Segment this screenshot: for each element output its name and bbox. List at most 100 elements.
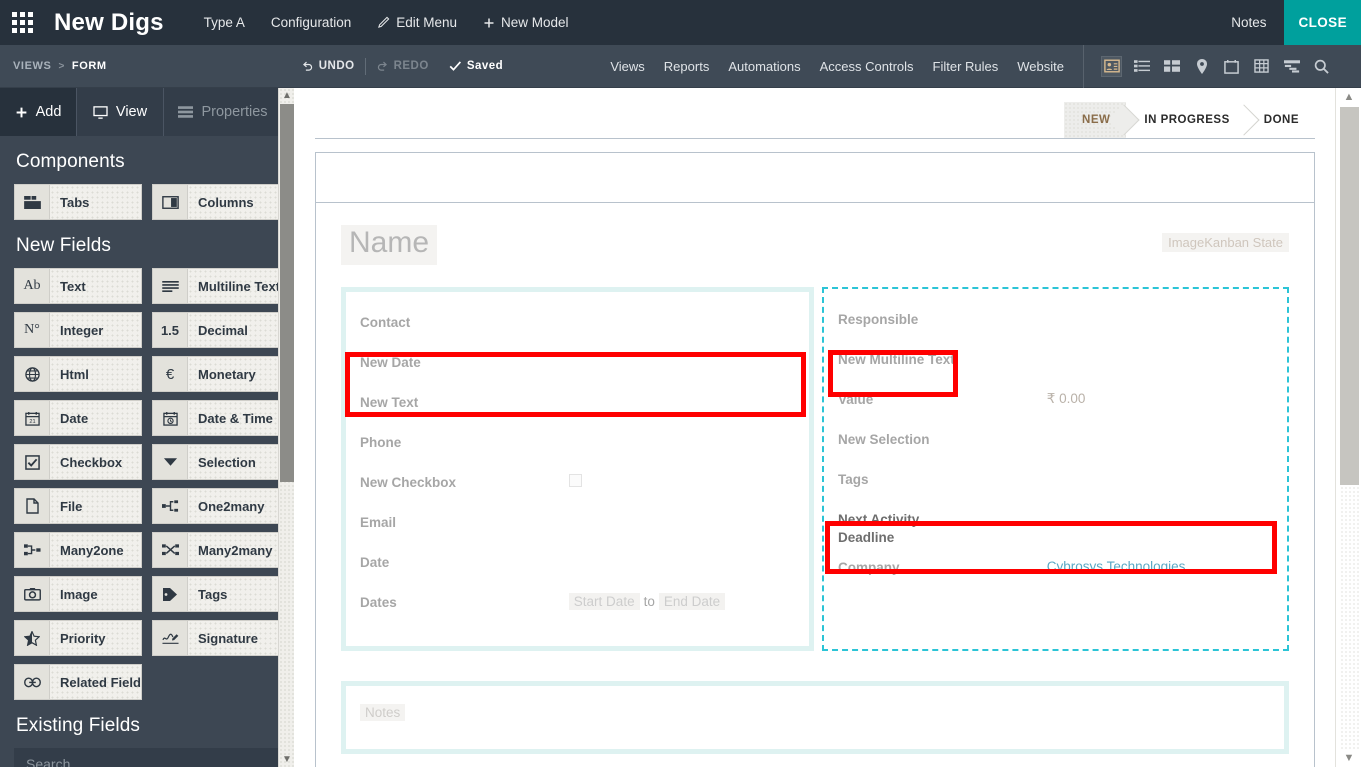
gantt-icon[interactable] (1282, 57, 1301, 76)
field-value[interactable] (569, 308, 795, 334)
notes-section[interactable]: Notes (341, 681, 1289, 754)
field-value[interactable] (1047, 505, 1273, 531)
redo-button[interactable]: REDO (366, 60, 439, 73)
field-value[interactable] (569, 388, 795, 414)
new-field-selection[interactable]: Selection (152, 444, 280, 480)
form-column-left[interactable]: Contact New Date New Text (341, 287, 814, 651)
scroll-up-icon[interactable]: ▲ (279, 88, 295, 103)
new-field-html[interactable]: Html (14, 356, 142, 392)
menu-item-edit-menu[interactable]: Edit Menu (377, 15, 457, 30)
new-field-image[interactable]: Image (14, 576, 142, 612)
new-field-priority[interactable]: Priority (14, 620, 142, 656)
kanban-state-placeholder[interactable]: ImageKanban State (1162, 233, 1289, 252)
field-value[interactable]: ₹ 0.00 (1047, 385, 1273, 413)
field-row-new-text[interactable]: New Text (360, 388, 795, 428)
field-row-dates[interactable]: Dates Start DatetoEnd Date (360, 588, 795, 628)
field-row-date[interactable]: Date (360, 548, 795, 588)
field-value[interactable] (569, 428, 795, 454)
start-date-placeholder[interactable]: Start Date (569, 593, 640, 610)
status-new[interactable]: NEW (1064, 102, 1126, 138)
new-field-date[interactable]: 21 Date (14, 400, 142, 436)
sidebar-scrollbar[interactable]: ▲ ▼ (278, 88, 294, 767)
field-row-new-multiline-text[interactable]: New Multiline Text (838, 345, 1273, 385)
contact-card-icon[interactable] (1102, 57, 1121, 76)
editor-menu-automations[interactable]: Automations (728, 59, 800, 74)
menu-item-configuration[interactable]: Configuration (271, 15, 351, 30)
new-field-signature[interactable]: Signature (152, 620, 280, 656)
new-field-integer[interactable]: N° Integer (14, 312, 142, 348)
editor-menu-filter-rules[interactable]: Filter Rules (933, 59, 999, 74)
new-field-text[interactable]: Ab Text (14, 268, 142, 304)
main-scroll-thumb[interactable] (1340, 107, 1359, 485)
field-value[interactable]: Cybrosys Technologies (1047, 553, 1273, 580)
field-row-contact[interactable]: Contact (360, 308, 795, 348)
sidebar-scroll-thumb[interactable] (280, 104, 294, 482)
tab-properties[interactable]: Properties (164, 88, 282, 136)
tab-view[interactable]: View (76, 88, 164, 136)
editor-menu-access-controls[interactable]: Access Controls (820, 59, 914, 74)
field-row-new-date[interactable]: New Date (360, 348, 795, 388)
field-row-phone[interactable]: Phone (360, 428, 795, 468)
map-pin-icon[interactable] (1192, 57, 1211, 76)
field-row-new-checkbox[interactable]: New Checkbox (360, 468, 795, 508)
field-value[interactable] (569, 508, 795, 534)
calendar-icon[interactable] (1222, 57, 1241, 76)
form-column-right[interactable]: Responsible New Multiline Text Value ₹ 0 (822, 287, 1289, 651)
notes-link[interactable]: Notes (1213, 0, 1284, 45)
kanban-view-icon[interactable] (1162, 57, 1181, 76)
new-field-one2many[interactable]: One2many (152, 488, 280, 524)
new-field-date-time[interactable]: Date & Time (152, 400, 280, 436)
breadcrumb-views[interactable]: VIEWS (13, 60, 51, 72)
undo-button[interactable]: UNDO (291, 60, 365, 73)
field-row-new-selection[interactable]: New Selection (838, 425, 1273, 465)
field-value[interactable] (569, 468, 795, 496)
field-row-value[interactable]: Value ₹ 0.00 (838, 385, 1273, 425)
component-columns[interactable]: Columns (152, 184, 280, 220)
close-button[interactable]: CLOSE (1284, 0, 1361, 45)
new-field-tags[interactable]: Tags (152, 576, 280, 612)
editor-menu-views[interactable]: Views (610, 59, 644, 74)
field-row-email[interactable]: Email (360, 508, 795, 548)
new-field-multiline-text[interactable]: Multiline Text (152, 268, 280, 304)
editor-menu-website[interactable]: Website (1017, 59, 1064, 74)
new-field-monetary[interactable]: € Monetary (152, 356, 280, 392)
menu-item-type-a[interactable]: Type A (204, 15, 245, 30)
field-row-next-activity-deadline[interactable]: Next Activity Deadline (838, 505, 1273, 553)
field-value[interactable] (569, 348, 795, 374)
scroll-down-icon[interactable]: ▼ (279, 752, 295, 767)
field-row-responsible[interactable]: Responsible (838, 305, 1273, 345)
list-view-icon[interactable] (1132, 57, 1151, 76)
field-value[interactable] (1047, 305, 1273, 331)
apps-grid-icon[interactable] (12, 12, 34, 34)
new-field-file[interactable]: File (14, 488, 142, 524)
field-value[interactable] (569, 548, 795, 574)
field-row-company[interactable]: Company Cybrosys Technologies (838, 553, 1273, 593)
scroll-down-icon[interactable]: ▼ (1336, 749, 1361, 767)
component-tabs[interactable]: Tabs (14, 184, 142, 220)
new-field-checkbox[interactable]: Checkbox (14, 444, 142, 480)
search-icon[interactable] (1312, 57, 1331, 76)
notes-placeholder[interactable]: Notes (360, 704, 405, 721)
menu-item-new-model[interactable]: New Model (483, 15, 569, 30)
main-scrollbar[interactable]: ▲ ▼ (1335, 88, 1361, 767)
tab-add[interactable]: Add (0, 88, 76, 136)
field-value[interactable] (1047, 465, 1273, 491)
field-value[interactable]: Start DatetoEnd Date (569, 588, 795, 615)
status-in-progress[interactable]: IN PROGRESS (1126, 102, 1245, 138)
field-value[interactable] (1047, 345, 1273, 371)
field-value[interactable] (1047, 425, 1273, 451)
new-field-many2one[interactable]: Many2one (14, 532, 142, 568)
new-field-many2many[interactable]: Many2many (152, 532, 280, 568)
new-field-related-field[interactable]: Related Field (14, 664, 142, 700)
end-date-placeholder[interactable]: End Date (659, 593, 725, 610)
new-field-decimal[interactable]: 1.5 Decimal (152, 312, 280, 348)
pivot-grid-icon[interactable] (1252, 57, 1271, 76)
scroll-up-icon[interactable]: ▲ (1336, 88, 1361, 106)
field-row-tags[interactable]: Tags (838, 465, 1273, 505)
checkbox-input[interactable] (569, 474, 582, 487)
search-input[interactable] (14, 748, 280, 767)
company-link[interactable]: Cybrosys Technologies (1047, 559, 1186, 574)
record-title-placeholder[interactable]: Name (341, 225, 437, 265)
field-label: Tags (188, 577, 279, 611)
editor-menu-reports[interactable]: Reports (664, 59, 710, 74)
